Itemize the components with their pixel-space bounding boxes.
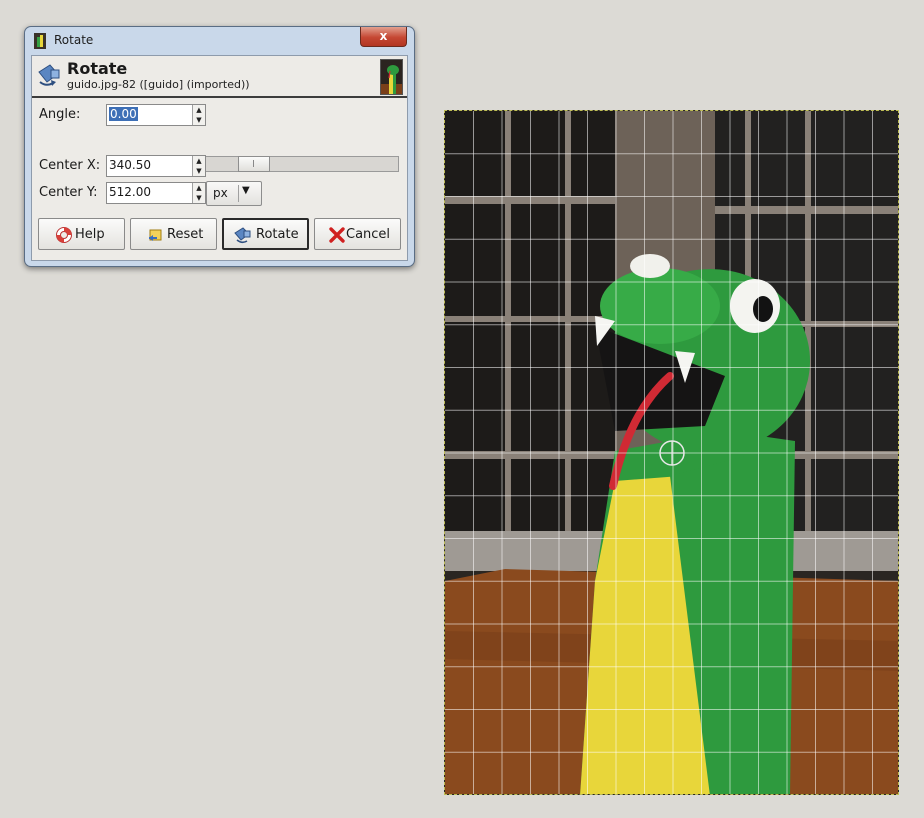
- dialog-body: Rotate guido.jpg-82 ([guido] (imported))…: [31, 55, 408, 261]
- spin-up-icon[interactable]: ▲: [193, 105, 205, 115]
- center-y-spinbutton[interactable]: 512.00 ▲ ▼: [106, 182, 206, 204]
- image-thumbnail: [380, 59, 403, 95]
- image-preview: [445, 111, 898, 794]
- spin-down-icon[interactable]: ▼: [193, 193, 205, 203]
- spin-down-icon[interactable]: ▼: [193, 115, 205, 125]
- angle-spinbutton[interactable]: 0.00 ▲ ▼: [106, 104, 206, 126]
- angle-value[interactable]: 0.00: [109, 107, 138, 121]
- cancel-icon: [329, 227, 345, 243]
- close-button[interactable]: x: [360, 27, 407, 47]
- dialog-heading: Rotate: [67, 59, 128, 78]
- unit-dropdown[interactable]: px ▼: [206, 181, 262, 206]
- angle-slider-handle[interactable]: [238, 156, 270, 172]
- center-y-label: Center Y:: [39, 185, 98, 200]
- center-y-value[interactable]: 512.00: [109, 185, 151, 199]
- center-x-label: Center X:: [39, 158, 101, 173]
- window-title: Rotate: [54, 33, 94, 47]
- rotate-tool-icon: [38, 64, 60, 86]
- spin-up-icon[interactable]: ▲: [193, 156, 205, 166]
- rotate-button-label: Rotate: [256, 227, 299, 242]
- reset-button[interactable]: Reset: [130, 218, 217, 250]
- rotation-center-icon[interactable]: [659, 440, 685, 466]
- reset-icon: [149, 229, 162, 241]
- cancel-button[interactable]: Cancel: [314, 218, 401, 250]
- unit-value: px: [213, 186, 228, 200]
- image-canvas[interactable]: [444, 110, 899, 795]
- dropdown-separator: [238, 185, 239, 202]
- dialog-header: Rotate guido.jpg-82 ([guido] (imported)): [32, 56, 407, 98]
- help-button-label: Help: [75, 227, 105, 242]
- title-bar[interactable]: Rotate x: [25, 27, 414, 53]
- center-x-spin-arrows[interactable]: ▲ ▼: [192, 156, 205, 176]
- angle-spin-arrows[interactable]: ▲ ▼: [192, 105, 205, 125]
- cancel-button-label: Cancel: [346, 227, 391, 242]
- center-x-value[interactable]: 340.50: [109, 158, 151, 172]
- spin-up-icon[interactable]: ▲: [193, 183, 205, 193]
- image-name: guido.jpg-82 ([guido] (imported)): [67, 78, 250, 91]
- rotate-dialog: Rotate x Rotate guido.jpg-82 ([guido] (i…: [24, 26, 415, 267]
- close-icon: x: [379, 29, 388, 43]
- center-x-spinbutton[interactable]: 340.50 ▲ ▼: [106, 155, 206, 177]
- rotate-icon: [234, 227, 251, 244]
- reset-button-label: Reset: [167, 227, 204, 242]
- gimp-app-icon: [34, 33, 46, 49]
- chevron-down-icon: ▼: [242, 185, 250, 196]
- angle-label: Angle:: [39, 107, 81, 122]
- rotate-button[interactable]: Rotate: [222, 218, 309, 250]
- lifebuoy-icon: [56, 227, 72, 243]
- center-y-spin-arrows[interactable]: ▲ ▼: [192, 183, 205, 203]
- spin-down-icon[interactable]: ▼: [193, 166, 205, 176]
- help-button[interactable]: Help: [38, 218, 125, 250]
